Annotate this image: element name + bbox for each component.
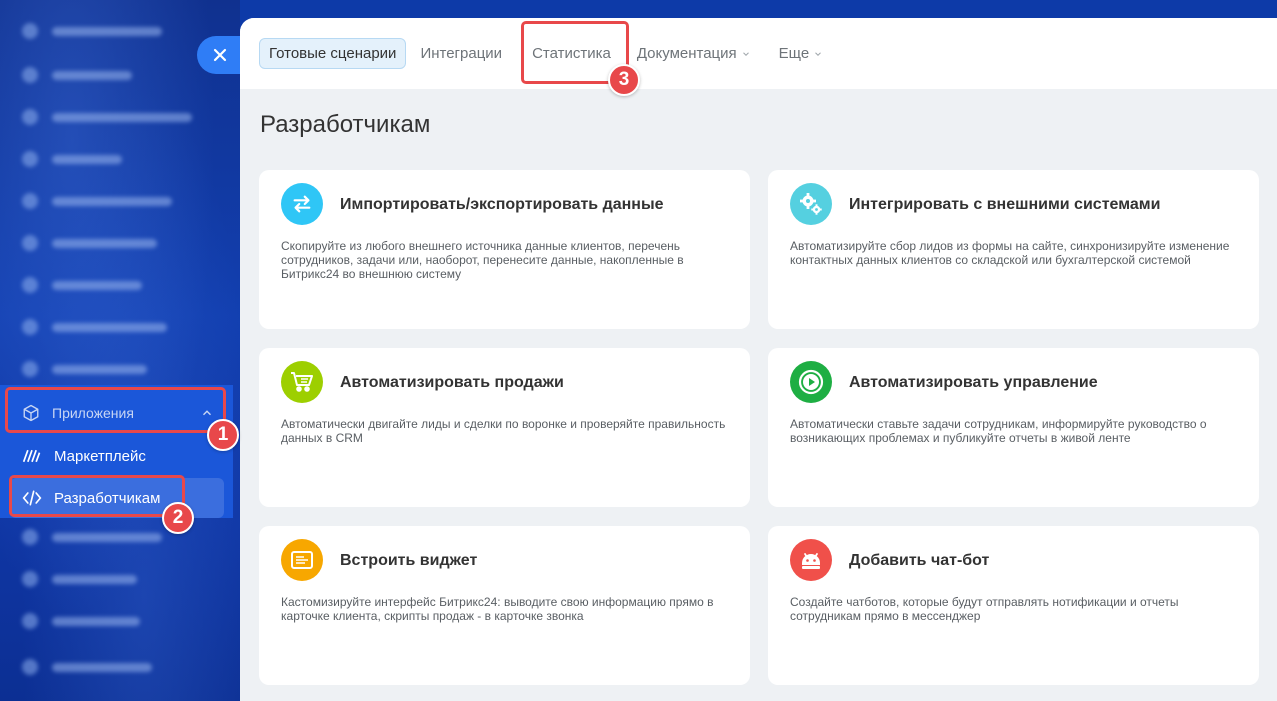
card-description: Создайте чатботов, которые будут отправл… [790,595,1179,623]
blurred-menu-row [22,613,140,629]
scenario-card-chatbot[interactable]: Добавить чат-бот Создайте чатботов, кото… [768,526,1259,685]
card-description: Автоматически двигайте лиды и сделки по … [281,417,726,445]
blurred-menu-row [22,277,142,293]
scenario-card-sales[interactable]: Автоматизировать продажи Автоматически д… [259,348,750,507]
card-title: Добавить чат-бот [849,552,990,569]
blurred-menu-row [22,235,157,251]
card-title: Импортировать/экспортировать данные [340,196,664,213]
page-title: Разработчикам [260,111,431,138]
sidebar [0,0,240,701]
scenario-card-widget[interactable]: Встроить виджет Кастомизируйте интерфейс… [259,526,750,685]
sidebar-item-label: Маркетплейс [54,447,146,465]
card-title: Встроить виджет [340,552,478,569]
chevron-down-icon [742,51,749,56]
blurred-menu-row [22,67,132,83]
play-icon [790,361,832,403]
blurred-menu-row [22,151,122,167]
card-description: Автоматически ставьте задачи сотрудникам… [790,417,1207,445]
close-slider-button[interactable] [197,36,241,74]
step-badge-2: 2 [162,502,194,534]
blurred-menu-row [22,109,192,125]
blurred-menu-row [22,529,162,545]
highlight-frame-developers [9,475,185,517]
blurred-menu-row [22,659,152,675]
marketplace-icon [22,449,41,463]
tab-documentation[interactable]: Документация [629,38,759,69]
card-title: Автоматизировать продажи [340,374,564,391]
step-badge-1: 1 [207,419,239,451]
close-icon [213,48,227,62]
tab-label: Еще [778,45,810,62]
tab-label: Интеграции [420,45,503,62]
scenario-card-management[interactable]: Автоматизировать управление Автоматическ… [768,348,1259,507]
top-tabs-bar: Готовые сценарии Интеграции Статистика Д… [240,18,1277,89]
step-badge-3: 3 [608,64,640,96]
card-description: Кастомизируйте интерфейс Битрикс24: выво… [281,595,714,623]
tab-ready-scenarios[interactable]: Готовые сценарии [259,38,407,69]
arrows-exchange-icon [281,183,323,225]
blurred-menu-row [22,193,172,209]
gears-icon [790,183,832,225]
card-title: Автоматизировать управление [849,374,1098,391]
scenario-card-import-export[interactable]: Импортировать/экспортировать данные Скоп… [259,170,750,329]
blurred-menu-row [22,361,147,377]
tab-more[interactable]: Еще [771,38,832,69]
scenario-card-integrations[interactable]: Интегрировать с внешними системами Автом… [768,170,1259,329]
blurred-menu-row [22,319,167,335]
tab-label: Готовые сценарии [269,45,397,62]
tab-integrations[interactable]: Интеграции [412,38,510,69]
tab-label: Документация [636,45,737,62]
widget-icon [281,539,323,581]
card-description: Скопируйте из любого внешнего источника … [281,239,684,281]
blurred-menu-row [22,571,137,587]
blurred-menu-row [22,23,162,39]
card-title: Интегрировать с внешними системами [849,196,1161,213]
cart-icon [281,361,323,403]
android-icon [790,539,832,581]
sidebar-item-marketplace[interactable]: Маркетплейс [10,436,224,476]
highlight-frame-apps [5,387,226,433]
developers-panel: Готовые сценарии Интеграции Статистика Д… [240,18,1277,701]
chevron-down-icon [815,51,822,56]
card-description: Автоматизируйте сбор лидов из формы на с… [790,239,1230,267]
